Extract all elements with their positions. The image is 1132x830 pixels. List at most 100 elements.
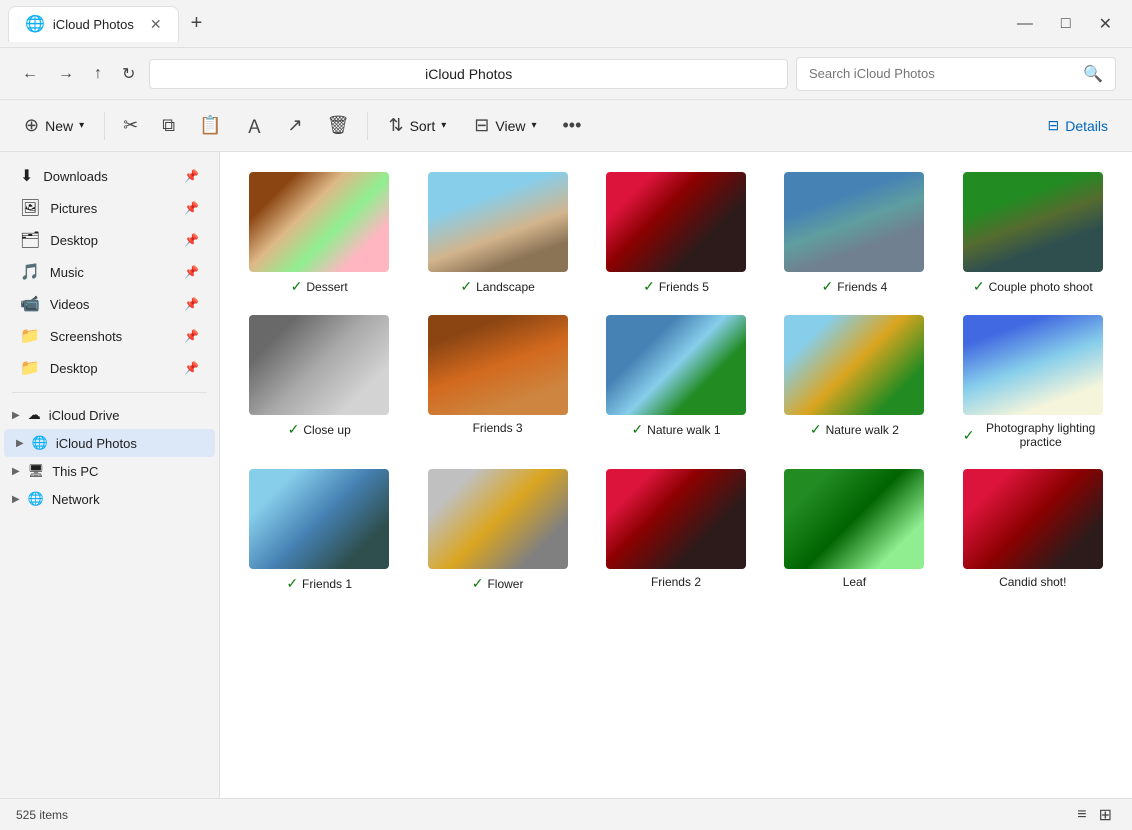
- navbar: ← → ↑ ↻ iCloud Photos 🔍: [0, 48, 1132, 100]
- photo-thumb-couple: [963, 172, 1103, 272]
- up-button[interactable]: ↑: [88, 59, 108, 89]
- new-button[interactable]: ⊕ New ▾: [12, 109, 96, 142]
- tab-icon: 🌐: [25, 14, 45, 34]
- photo-label-friends1: ✓ Friends 1: [286, 575, 352, 592]
- photo-thumb-naturewalk2: [784, 315, 924, 415]
- sidebar-item-videos[interactable]: 📹 Videos 📌: [4, 288, 215, 320]
- photo-label-couple: ✓ Couple photo shoot: [973, 278, 1093, 295]
- close-button[interactable]: ✕: [1087, 10, 1124, 38]
- synced-icon-couple: ✓: [973, 278, 985, 295]
- sidebar-item-music[interactable]: 🎵 Music 📌: [4, 256, 215, 288]
- sidebar-item-pictures[interactable]: 🖼 Pictures 📌: [4, 192, 215, 224]
- sidebar-item-this-pc[interactable]: ▶ 🖥 This PC: [0, 457, 219, 485]
- photo-item-couple[interactable]: ✓ Couple photo shoot: [954, 172, 1112, 295]
- grid-view-button[interactable]: ⊞: [1095, 801, 1116, 829]
- photo-label-landscape: ✓ Landscape: [460, 278, 534, 295]
- photo-item-leaf[interactable]: Leaf: [775, 469, 933, 592]
- main-layout: ⬇ Downloads 📌 🖼 Pictures 📌 🗂 Desktop 📌 🎵…: [0, 152, 1132, 798]
- synced-icon-photography: ✓: [963, 427, 975, 444]
- photo-item-dessert[interactable]: ✓Dessert: [240, 172, 398, 295]
- photo-thumb-inner-leaf: [784, 469, 924, 569]
- screenshots-icon: 📁: [20, 326, 40, 346]
- photo-thumb-friends3: [428, 315, 568, 415]
- delete-button[interactable]: 🗑: [317, 109, 360, 142]
- list-view-button[interactable]: ≡: [1073, 801, 1090, 829]
- search-input[interactable]: [809, 66, 1075, 81]
- photo-label-leaf: Leaf: [843, 575, 866, 589]
- photo-item-friends3[interactable]: Friends 3: [418, 315, 576, 449]
- photo-item-naturewalk1[interactable]: ✓Nature walk 1: [597, 315, 755, 449]
- photo-thumb-photography: [963, 315, 1103, 415]
- photo-item-naturewalk2[interactable]: ✓Nature walk 2: [775, 315, 933, 449]
- photo-item-closeup[interactable]: ✓Close up: [240, 315, 398, 449]
- active-tab[interactable]: 🌐 iCloud Photos ✕: [8, 6, 179, 42]
- photo-item-flower[interactable]: ✓Flower: [418, 469, 576, 592]
- photo-item-candid[interactable]: Candid shot!: [954, 469, 1112, 592]
- sidebar-item-desktop2[interactable]: 📁 Desktop 📌: [4, 352, 215, 384]
- photo-name-naturewalk1: Nature walk 1: [647, 423, 720, 437]
- sidebar-item-screenshots-label: Screenshots: [50, 329, 122, 344]
- pin-icon-desktop: 📌: [184, 233, 199, 247]
- sidebar-item-icloud-photos[interactable]: ▶ 🌐 iCloud Photos: [4, 429, 215, 457]
- pin-icon-screenshots: 📌: [184, 329, 199, 343]
- photo-thumb-inner-naturewalk2: [784, 315, 924, 415]
- photo-thumb-landscape: [428, 172, 568, 272]
- more-button[interactable]: •••: [553, 109, 592, 142]
- photo-label-friends3: Friends 3: [473, 421, 523, 435]
- rename-button[interactable]: Ａ: [236, 107, 274, 145]
- photo-name-candid: Candid shot!: [999, 575, 1066, 589]
- address-bar[interactable]: iCloud Photos: [149, 59, 788, 89]
- chevron-icloud-drive: ▶: [12, 410, 20, 421]
- tab-close-button[interactable]: ✕: [150, 16, 162, 33]
- view-button[interactable]: ⊟ View ▾: [462, 109, 548, 142]
- copy-button[interactable]: ⧉: [152, 109, 185, 142]
- share-button[interactable]: ↗: [278, 109, 313, 142]
- details-button[interactable]: ⊟ Details: [1035, 111, 1120, 140]
- paste-button[interactable]: 📋: [189, 109, 231, 142]
- photo-item-friends5[interactable]: ✓Friends 5: [597, 172, 755, 295]
- this-pc-icon: 🖥: [28, 463, 45, 479]
- photo-thumb-friends1: [249, 469, 389, 569]
- sort-button[interactable]: ⇅ Sort ▾: [376, 109, 458, 142]
- photo-item-friends1[interactable]: ✓ Friends 1: [240, 469, 398, 592]
- back-button[interactable]: ←: [16, 59, 44, 89]
- sidebar-item-screenshots[interactable]: 📁 Screenshots 📌: [4, 320, 215, 352]
- titlebar: 🌐 iCloud Photos ✕ + — □ ✕: [0, 0, 1132, 48]
- photo-item-friends4[interactable]: ✓Friends 4: [775, 172, 933, 295]
- synced-icon-friends1: ✓: [286, 575, 298, 592]
- pin-icon-desktop2: 📌: [184, 361, 199, 375]
- sidebar-item-icloud-drive[interactable]: ▶ ☁ iCloud Drive: [0, 401, 219, 429]
- photo-label-friends5: ✓Friends 5: [643, 278, 709, 295]
- refresh-button[interactable]: ↻: [116, 58, 141, 90]
- sidebar-item-desktop[interactable]: 🗂 Desktop 📌: [4, 224, 215, 256]
- cut-button[interactable]: ✂: [113, 109, 148, 142]
- new-icon: ⊕: [24, 115, 39, 136]
- maximize-button[interactable]: □: [1049, 11, 1083, 37]
- sidebar-item-pictures-label: Pictures: [50, 201, 97, 216]
- sidebar-item-network[interactable]: ▶ 🌐 Network: [0, 485, 219, 513]
- photo-item-landscape[interactable]: ✓ Landscape: [418, 172, 576, 295]
- photo-thumb-inner-naturewalk1: [606, 315, 746, 415]
- search-bar[interactable]: 🔍: [796, 57, 1116, 91]
- item-count: 525 items: [16, 808, 68, 822]
- window-controls: — □ ✕: [1005, 10, 1124, 38]
- synced-icon-landscape: ✓: [460, 278, 472, 295]
- photo-name-couple: Couple photo shoot: [989, 280, 1093, 294]
- sidebar-item-downloads[interactable]: ⬇ Downloads 📌: [4, 160, 215, 192]
- photo-name-friends1: Friends 1: [302, 577, 352, 591]
- tab-title: iCloud Photos: [53, 17, 134, 32]
- photo-item-photography[interactable]: ✓Photography lighting practice: [954, 315, 1112, 449]
- new-chevron-icon: ▾: [79, 120, 84, 131]
- photo-name-dessert: Dessert: [306, 280, 347, 294]
- photo-label-naturewalk1: ✓Nature walk 1: [631, 421, 720, 438]
- photo-name-flower: Flower: [487, 577, 523, 591]
- forward-button[interactable]: →: [52, 59, 80, 89]
- sidebar-item-icloud-photos-label: iCloud Photos: [56, 436, 137, 451]
- photo-item-friends2[interactable]: Friends 2: [597, 469, 755, 592]
- photo-thumb-flower: [428, 469, 568, 569]
- photo-name-landscape: Landscape: [476, 280, 535, 294]
- sidebar-item-icloud-drive-label: iCloud Drive: [49, 408, 120, 423]
- photo-label-friends2: Friends 2: [651, 575, 701, 589]
- minimize-button[interactable]: —: [1005, 11, 1045, 37]
- new-tab-button[interactable]: +: [183, 8, 211, 39]
